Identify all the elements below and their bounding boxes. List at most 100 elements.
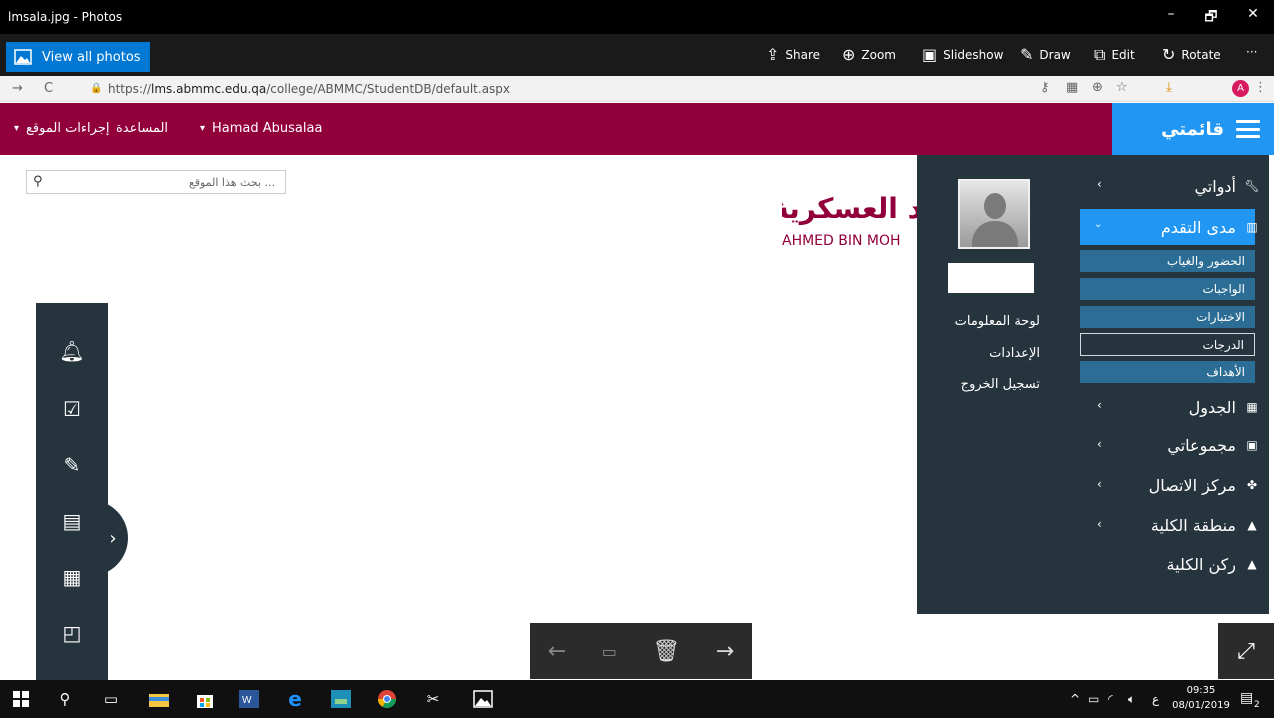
search-taskbar-icon[interactable]: ⚲ bbox=[54, 689, 76, 709]
site-actions-link[interactable]: إجراءات الموقع bbox=[26, 121, 109, 136]
network-app-icon[interactable] bbox=[330, 689, 352, 709]
nav-item-schedule[interactable]: الجدول ▦ bbox=[1189, 393, 1260, 421]
volume-muted-icon[interactable]: 🔈︎ bbox=[1128, 692, 1135, 707]
key-icon: ⚷ bbox=[1040, 80, 1050, 95]
nav-item-college-corner[interactable]: ركن الكلية ▲ bbox=[1167, 550, 1260, 578]
dashboard-link[interactable]: لوحة المعلومات bbox=[920, 314, 1040, 329]
show-hidden-icons-icon[interactable]: ^ bbox=[1070, 692, 1080, 706]
site-search-input[interactable]: ⚲ بحث هذا الموقع ... bbox=[26, 170, 286, 194]
nav-groups-label: مجموعاتي bbox=[1167, 435, 1236, 455]
input-language[interactable]: ع bbox=[1152, 692, 1159, 706]
sub-item-grades[interactable]: الدرجات bbox=[1080, 333, 1255, 356]
expand-icon: ⤢ bbox=[1237, 638, 1255, 664]
slideshow-icon: ▣ bbox=[922, 45, 938, 64]
windows-start-icon[interactable] bbox=[10, 689, 32, 709]
edit-label: Edit bbox=[1111, 48, 1135, 62]
add-to-album-icon[interactable]: ▭ bbox=[602, 642, 617, 661]
snipping-tool-icon[interactable]: ✂ bbox=[422, 689, 444, 709]
book-icon[interactable]: ▤ bbox=[54, 503, 90, 539]
photos-title-bar: lmsala.jpg - Photos – 🗗 ✕ bbox=[0, 0, 1274, 34]
bell-icon[interactable]: 🔔︎ bbox=[54, 333, 90, 369]
svg-text:W: W bbox=[242, 695, 252, 706]
edit-note-icon[interactable]: ✎ bbox=[54, 447, 90, 483]
delete-icon[interactable]: 🗑︎ bbox=[652, 639, 680, 664]
sub-item-assignments[interactable]: الواجبات bbox=[1080, 278, 1255, 301]
photos-icon bbox=[14, 49, 32, 65]
logout-link[interactable]: تسجيل الخروج bbox=[920, 377, 1040, 392]
chevron-left-icon: ‹ bbox=[1097, 517, 1102, 531]
sub-item-goals[interactable]: الأهداف bbox=[1080, 361, 1255, 384]
download-icon: ⤓ bbox=[1166, 80, 1172, 95]
view-all-photos-button[interactable]: View all photos bbox=[6, 42, 150, 72]
slideshow-label: Slideshow bbox=[943, 47, 1004, 62]
dock-expand-tab[interactable]: › bbox=[90, 500, 128, 576]
user-name-link[interactable]: Hamad Abusalaa bbox=[212, 121, 322, 136]
draw-icon: ✎ bbox=[1020, 45, 1034, 64]
rotate-icon: ↻ bbox=[1162, 45, 1176, 64]
zoom-browser-icon: ⊕ bbox=[1092, 80, 1103, 95]
nav-tools-label: أدواتي bbox=[1194, 176, 1236, 196]
nav-item-groups[interactable]: مجموعاتي ▣ bbox=[1167, 431, 1260, 459]
chevron-right-icon: › bbox=[109, 527, 117, 549]
share-button[interactable]: ⇪ Share bbox=[766, 45, 820, 64]
site-header: ▾ إجراءات الموقع المساعدة ▾ Hamad Abusal… bbox=[0, 103, 1274, 155]
share-icon: ⇪ bbox=[766, 45, 780, 64]
bottom-border bbox=[0, 718, 1274, 727]
system-clock[interactable]: 09:35 08/01/2019 bbox=[1168, 683, 1234, 713]
nav-contact-center-label: مركز الاتصال bbox=[1148, 475, 1236, 495]
restore-button[interactable]: 🗗 bbox=[1196, 6, 1226, 30]
clock-time: 09:35 bbox=[1186, 685, 1216, 696]
search-icon[interactable]: ⚲ bbox=[33, 174, 43, 189]
browser-address-bar: → C 🔒 https://lms.abmmc.edu.qa/college/A… bbox=[0, 76, 1274, 102]
zoom-icon: ⊕ bbox=[842, 45, 856, 64]
sub-item-attendance[interactable]: الحضور والغياب bbox=[1080, 250, 1255, 273]
more-button[interactable]: ··· bbox=[1246, 45, 1257, 59]
translate-icon: ▦ bbox=[1066, 80, 1079, 95]
nav-college-zone-label: منطقة الكلية bbox=[1150, 515, 1236, 535]
chevron-left-icon: ‹ bbox=[1097, 477, 1102, 491]
translate-dock-icon[interactable]: ◰ bbox=[54, 615, 90, 651]
sub-item-exams[interactable]: الاختبارات bbox=[1080, 306, 1255, 329]
calendar-icon: ▦ bbox=[1246, 400, 1258, 414]
draw-button[interactable]: ✎ Draw bbox=[1020, 45, 1071, 64]
battery-icon[interactable]: ▭ bbox=[1088, 692, 1099, 706]
browser-menu-icon: ⋮ bbox=[1254, 80, 1267, 95]
url-text: https://lms.abmmc.edu.qa/college/ABMMC/S… bbox=[108, 82, 510, 96]
college-logo-english: AHMED BIN MOH bbox=[782, 233, 901, 249]
rotate-button[interactable]: ↻ Rotate bbox=[1162, 45, 1221, 64]
chart-icon: ▥ bbox=[1246, 220, 1258, 234]
action-center-icon[interactable]: ▤ bbox=[1240, 690, 1253, 706]
edit-button[interactable]: ⧉ Edit bbox=[1094, 45, 1135, 65]
reload-icon: C bbox=[44, 81, 54, 96]
my-menu-button[interactable]: قائمتي bbox=[1112, 103, 1274, 155]
zoom-label: Zoom bbox=[861, 47, 896, 62]
previous-arrow-icon[interactable]: ← bbox=[548, 639, 566, 664]
nav-item-tools[interactable]: أدواتي 🔧︎ bbox=[1194, 172, 1260, 200]
word-icon[interactable]: W bbox=[238, 689, 260, 709]
nav-item-contact-center[interactable]: مركز الاتصال ✤ bbox=[1149, 471, 1260, 499]
edge-icon[interactable]: e bbox=[284, 687, 306, 711]
store-icon[interactable] bbox=[194, 689, 216, 709]
task-view-icon[interactable]: ▭ bbox=[100, 689, 122, 709]
edit-icon: ⧉ bbox=[1094, 45, 1106, 64]
nav-item-college-zone[interactable]: منطقة الكلية ▲ bbox=[1151, 511, 1260, 539]
minimize-button[interactable]: – bbox=[1156, 6, 1186, 22]
report-icon[interactable]: ▦ bbox=[54, 559, 90, 595]
checklist-icon[interactable]: ☑ bbox=[54, 391, 90, 427]
chevron-down-icon: ⌄ bbox=[1094, 219, 1103, 230]
wifi-icon[interactable]: ◜ bbox=[1108, 692, 1113, 706]
handshake-icon: ✤ bbox=[1246, 478, 1258, 492]
chrome-icon[interactable] bbox=[376, 689, 398, 709]
groups-icon: ▣ bbox=[1246, 438, 1258, 452]
close-button[interactable]: ✕ bbox=[1238, 6, 1268, 22]
next-arrow-icon[interactable]: → bbox=[716, 639, 734, 664]
settings-link[interactable]: الإعدادات bbox=[920, 346, 1040, 361]
view-all-photos-label: View all photos bbox=[42, 49, 141, 65]
help-link[interactable]: المساعدة bbox=[116, 121, 168, 136]
photo-controls: ← ▭ 🗑︎ → bbox=[530, 623, 752, 679]
fullscreen-button[interactable]: ⤢ bbox=[1218, 623, 1274, 679]
zoom-button[interactable]: ⊕ Zoom bbox=[842, 45, 896, 64]
photos-taskbar-icon[interactable] bbox=[472, 689, 494, 709]
file-explorer-icon[interactable] bbox=[148, 689, 170, 709]
slideshow-button[interactable]: ▣ Slideshow bbox=[922, 45, 1003, 64]
